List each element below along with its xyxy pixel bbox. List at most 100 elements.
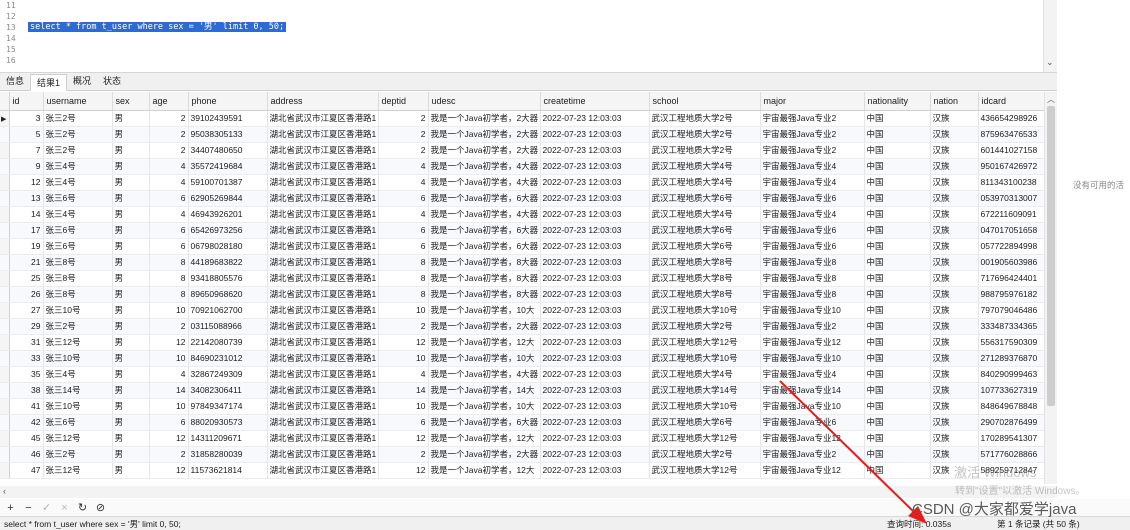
cell-createtime[interactable]: 2022-07-23 12:03:03 bbox=[540, 206, 650, 223]
cell-udesc[interactable]: 我是一个Java初学者，12大 bbox=[428, 430, 541, 447]
cell-age[interactable]: 2 bbox=[149, 446, 189, 463]
cell-udesc[interactable]: 我是一个Java初学者，2大器 bbox=[428, 318, 541, 335]
cell-createtime[interactable]: 2022-07-23 12:03:03 bbox=[540, 190, 650, 207]
cell-username[interactable]: 张三12号 bbox=[43, 430, 113, 447]
cell-phone[interactable]: 14311209671 bbox=[188, 430, 268, 447]
cell-major[interactable]: 宇宙最强Java专业2 bbox=[760, 142, 865, 159]
cell-nation[interactable]: 汉族 bbox=[930, 254, 979, 271]
cell-school[interactable]: 武汉工程地质大学12号 bbox=[649, 430, 761, 447]
cell-id[interactable]: 42 bbox=[9, 414, 44, 431]
table-row[interactable]: 42 张三6号男 6 88020930573 湖北省武汉市江夏区香港路1 6 我是一个Jav… bbox=[0, 414, 1045, 431]
cell-id[interactable]: 45 bbox=[9, 430, 44, 447]
cell-major[interactable]: 宇宙最强Java专业8 bbox=[760, 270, 865, 287]
cell-sex[interactable]: 男 bbox=[112, 222, 150, 239]
cell-major[interactable]: 宇宙最强Java专业6 bbox=[760, 190, 865, 207]
cell-username[interactable]: 张三4号 bbox=[43, 206, 113, 223]
cell-username[interactable]: 张三8号 bbox=[43, 270, 113, 287]
grid-vertical-scrollbar[interactable]: ︿ bbox=[1044, 92, 1057, 484]
cell-id[interactable]: 3 bbox=[9, 110, 44, 127]
tab-status[interactable]: 状态 bbox=[97, 73, 127, 90]
cell-phone[interactable]: 32867249309 bbox=[188, 366, 268, 383]
cell-address[interactable]: 湖北省武汉市江夏区香港路1 bbox=[267, 414, 379, 431]
cell-nationality[interactable]: 中国 bbox=[864, 142, 931, 159]
cell-createtime[interactable]: 2022-07-23 12:03:03 bbox=[540, 446, 650, 463]
cell-nationality[interactable]: 中国 bbox=[864, 414, 931, 431]
cell-phone[interactable]: 97849347174 bbox=[188, 398, 268, 415]
cell-id[interactable]: 38 bbox=[9, 382, 44, 399]
cell-id[interactable]: 46 bbox=[9, 446, 44, 463]
cell-idcard[interactable]: 571776028866 bbox=[978, 446, 1045, 463]
cell-major[interactable]: 宇宙最强Java专业4 bbox=[760, 158, 865, 175]
table-row[interactable]: 21 张三8号男 8 44189683822 湖北省武汉市江夏区香港路1 8 我是一个Jav… bbox=[0, 254, 1045, 271]
cell-school[interactable]: 武汉工程地质大学6号 bbox=[649, 238, 761, 255]
table-row[interactable]: 35 张三4号男 4 32867249309 湖北省武汉市江夏区香港路1 4 我是一个Jav… bbox=[0, 366, 1045, 383]
cell-username[interactable]: 张三6号 bbox=[43, 414, 113, 431]
cell-createtime[interactable]: 2022-07-23 12:03:03 bbox=[540, 350, 650, 367]
cell-createtime[interactable]: 2022-07-23 12:03:03 bbox=[540, 254, 650, 271]
cell-age[interactable]: 12 bbox=[149, 462, 189, 479]
cell-deptid[interactable]: 2 bbox=[378, 142, 429, 159]
table-row[interactable]: 12 张三4号男 4 59100701387 湖北省武汉市江夏区香港路1 4 我是一个Jav… bbox=[0, 174, 1045, 191]
cell-deptid[interactable]: 2 bbox=[378, 110, 429, 127]
cell-school[interactable]: 武汉工程地质大学2号 bbox=[649, 318, 761, 335]
cell-major[interactable]: 宇宙最强Java专业12 bbox=[760, 334, 865, 351]
cell-major[interactable]: 宇宙最强Java专业4 bbox=[760, 366, 865, 383]
code-line[interactable] bbox=[28, 33, 1043, 44]
cell-createtime[interactable]: 2022-07-23 12:03:03 bbox=[540, 270, 650, 287]
cell-username[interactable]: 张三2号 bbox=[43, 446, 113, 463]
table-row[interactable]: 27 张三10号男 10 70921062700 湖北省武汉市江夏区香港路1 10 我是一个… bbox=[0, 302, 1045, 319]
cell-sex[interactable]: 男 bbox=[112, 174, 150, 191]
cell-sex[interactable]: 男 bbox=[112, 318, 150, 335]
cell-age[interactable]: 2 bbox=[149, 318, 189, 335]
cell-username[interactable]: 张三10号 bbox=[43, 350, 113, 367]
cell-address[interactable]: 湖北省武汉市江夏区香港路1 bbox=[267, 382, 379, 399]
cell-nationality[interactable]: 中国 bbox=[864, 158, 931, 175]
cell-sex[interactable]: 男 bbox=[112, 302, 150, 319]
cell-address[interactable]: 湖北省武汉市江夏区香港路1 bbox=[267, 190, 379, 207]
cell-deptid[interactable]: 6 bbox=[378, 414, 429, 431]
cell-address[interactable]: 湖北省武汉市江夏区香港路1 bbox=[267, 254, 379, 271]
cell-nation[interactable]: 汉族 bbox=[930, 270, 979, 287]
cell-address[interactable]: 湖北省武汉市江夏区香港路1 bbox=[267, 270, 379, 287]
row-indicator[interactable] bbox=[0, 270, 10, 287]
table-row[interactable]: 33 张三10号男 10 84690231012 湖北省武汉市江夏区香港路1 10 我是一个… bbox=[0, 350, 1045, 367]
cell-username[interactable]: 张三14号 bbox=[43, 382, 113, 399]
row-indicator[interactable] bbox=[0, 366, 10, 383]
cell-deptid[interactable]: 12 bbox=[378, 462, 429, 479]
cell-major[interactable]: 宇宙最强Java专业10 bbox=[760, 350, 865, 367]
cell-udesc[interactable]: 我是一个Java初学者，4大器 bbox=[428, 206, 541, 223]
cell-sex[interactable]: 男 bbox=[112, 238, 150, 255]
table-row[interactable]: 46 张三2号男 2 31858280039 湖北省武汉市江夏区香港路1 2 我是一个Jav… bbox=[0, 446, 1045, 463]
row-indicator[interactable] bbox=[0, 462, 10, 479]
cell-nationality[interactable]: 中国 bbox=[864, 110, 931, 127]
cell-deptid[interactable]: 10 bbox=[378, 302, 429, 319]
cell-username[interactable]: 张三4号 bbox=[43, 366, 113, 383]
cell-phone[interactable]: 59100701387 bbox=[188, 174, 268, 191]
cell-nation[interactable]: 汉族 bbox=[930, 414, 979, 431]
cell-school[interactable]: 武汉工程地质大学10号 bbox=[649, 350, 761, 367]
cell-school[interactable]: 武汉工程地质大学12号 bbox=[649, 462, 761, 479]
cell-idcard[interactable]: 988795976182 bbox=[978, 286, 1045, 303]
cell-id[interactable]: 35 bbox=[9, 366, 44, 383]
cell-id[interactable]: 29 bbox=[9, 318, 44, 335]
cell-address[interactable]: 湖北省武汉市江夏区香港路1 bbox=[267, 222, 379, 239]
cell-nation[interactable]: 汉族 bbox=[930, 110, 979, 127]
cell-id[interactable]: 27 bbox=[9, 302, 44, 319]
cell-age[interactable]: 4 bbox=[149, 366, 189, 383]
cell-idcard[interactable]: 601441027158 bbox=[978, 142, 1045, 159]
cell-id[interactable]: 26 bbox=[9, 286, 44, 303]
row-indicator[interactable] bbox=[0, 142, 10, 159]
cell-sex[interactable]: 男 bbox=[112, 334, 150, 351]
cell-phone[interactable]: 88020930573 bbox=[188, 414, 268, 431]
cell-nationality[interactable]: 中国 bbox=[864, 334, 931, 351]
cell-udesc[interactable]: 我是一个Java初学者，10大 bbox=[428, 302, 541, 319]
discard-changes-icon[interactable]: × bbox=[59, 501, 70, 515]
cell-idcard[interactable]: 057722894998 bbox=[978, 238, 1045, 255]
row-indicator[interactable] bbox=[0, 174, 10, 191]
cell-major[interactable]: 宇宙最强Java专业12 bbox=[760, 462, 865, 479]
cell-phone[interactable]: 62905269844 bbox=[188, 190, 268, 207]
cell-id[interactable]: 9 bbox=[9, 158, 44, 175]
cell-major[interactable]: 宇宙最强Java专业10 bbox=[760, 398, 865, 415]
cell-deptid[interactable]: 12 bbox=[378, 430, 429, 447]
cell-deptid[interactable]: 8 bbox=[378, 286, 429, 303]
